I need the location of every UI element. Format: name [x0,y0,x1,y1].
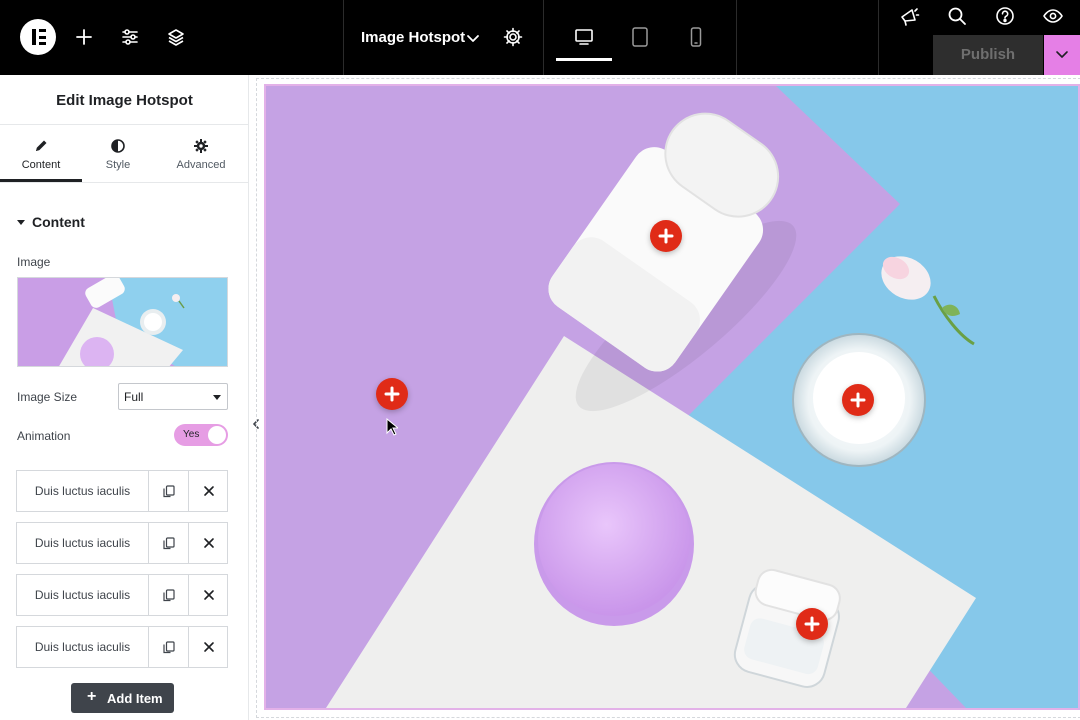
add-item-label: Add Item [107,691,163,706]
preview-eye-icon[interactable] [1042,5,1064,27]
mobile-view-icon[interactable] [685,26,707,48]
repeater-item[interactable]: Duis luctus iaculis [16,574,228,616]
tablet-view-icon[interactable] [629,26,651,48]
publish-options-button[interactable] [1044,35,1080,75]
tab-advanced[interactable]: Advanced [160,135,242,181]
hotspot-marker[interactable] [650,220,682,252]
caret-down-icon [213,395,221,400]
repeater-item[interactable]: Duis luctus iaculis [16,522,228,564]
close-icon [204,642,214,652]
animation-toggle[interactable]: Yes [174,424,228,446]
hotspot-marker[interactable] [376,378,408,410]
topbar-divider [736,0,737,75]
panel-title: Edit Image Hotspot [56,92,193,109]
image-size-label: Image Size [17,390,78,404]
active-device-indicator [556,58,612,61]
add-element-icon[interactable] [73,26,95,48]
image-picker-thumbnail[interactable] [17,277,228,367]
remove-item-button[interactable] [189,575,229,615]
tab-label: Style [105,159,131,171]
editor-topbar: Image Hotspot Publish [0,0,1080,75]
topbar-divider [343,0,344,75]
close-icon [204,486,214,496]
plus-icon [804,616,820,632]
repeater-item[interactable]: Duis luctus iaculis [16,626,228,668]
plus-icon [384,386,400,402]
copy-icon [163,485,175,498]
panel-divider [0,182,249,183]
copy-icon [163,641,175,654]
section-title: Content [32,214,85,230]
toggle-label: Yes [183,429,200,440]
duplicate-item-button[interactable] [149,471,189,511]
plus-icon: + [87,688,97,705]
repeater-item-title[interactable]: Duis luctus iaculis [17,523,149,563]
publish-button[interactable]: Publish [933,35,1043,75]
section-toggle-content[interactable]: Content [17,214,85,230]
image-size-select[interactable]: Full [118,383,228,410]
tab-style[interactable]: Style [77,135,159,181]
copy-icon [163,589,175,602]
search-icon[interactable] [946,5,968,27]
remove-item-button[interactable] [189,523,229,563]
editor-panel: Edit Image Hotspot Content Style Advance… [0,75,249,720]
document-title[interactable]: Image Hotspot [361,29,465,46]
image-label: Image [17,255,51,269]
notifications-megaphone-icon[interactable] [898,5,920,27]
topbar-divider [543,0,544,75]
structure-layers-icon[interactable] [165,26,187,48]
hotspot-marker[interactable] [796,608,828,640]
close-icon [204,590,214,600]
help-icon[interactable] [994,5,1016,27]
duplicate-item-button[interactable] [149,575,189,615]
mouse-cursor-icon [386,418,398,436]
image-size-value: Full [124,390,144,404]
repeater-item[interactable]: Duis luctus iaculis [16,470,228,512]
elementor-logo[interactable] [20,19,56,55]
duplicate-item-button[interactable] [149,523,189,563]
remove-item-button[interactable] [189,627,229,667]
half-circle-icon [111,139,125,153]
copy-icon [163,537,175,550]
animation-label: Animation [17,429,71,443]
remove-item-button[interactable] [189,471,229,511]
gear-icon [194,139,208,153]
hotspot-marker[interactable] [842,384,874,416]
desktop-view-icon[interactable] [573,26,595,48]
topbar-divider [878,0,879,75]
close-icon [204,538,214,548]
caret-down-icon [17,220,25,225]
tab-label: Content [21,159,61,171]
tab-content[interactable]: Content [0,135,82,181]
tab-label: Advanced [176,159,226,171]
site-settings-sliders-icon[interactable] [119,26,141,48]
repeater-item-title[interactable]: Duis luctus iaculis [17,575,149,615]
chevron-down-icon[interactable] [462,27,484,49]
hotspot-image[interactable] [264,84,1080,710]
image-thumbnail [18,278,227,366]
chevron-down-icon [1056,51,1068,58]
page-settings-gear-icon[interactable] [502,26,524,48]
plus-icon [658,228,674,244]
repeater-item-title[interactable]: Duis luctus iaculis [17,471,149,511]
plus-icon [850,392,866,408]
duplicate-item-button[interactable] [149,627,189,667]
toggle-knob [208,426,226,444]
repeater-item-title[interactable]: Duis luctus iaculis [17,627,149,667]
panel-divider [0,124,249,125]
pencil-icon [36,140,47,151]
add-item-button[interactable]: + Add Item [71,683,174,713]
